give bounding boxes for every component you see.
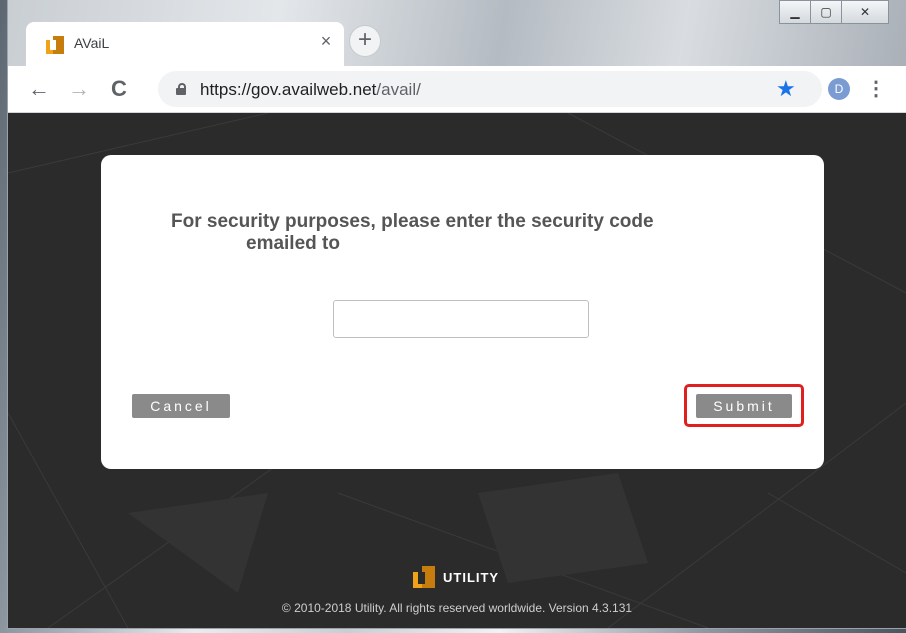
url-host: https://gov.availweb.net — [200, 80, 377, 99]
prompt-line-1: For security purposes, please enter the … — [171, 211, 654, 232]
window-controls: ▁ ▢ ✕ — [779, 0, 889, 24]
forward-arrow-icon[interactable]: → — [66, 76, 92, 102]
lock-icon[interactable] — [176, 83, 186, 95]
tab-title: AVaiL — [74, 35, 110, 51]
utility-logo-icon — [413, 566, 435, 588]
browser-window: AVaiL × + ▁ ▢ ✕ ← → C https://gov.availw… — [8, 0, 906, 628]
close-window-button[interactable]: ✕ — [841, 0, 889, 24]
url-text[interactable]: https://gov.availweb.net/avail/ — [200, 80, 421, 100]
brand-name: UTILITY — [443, 569, 500, 585]
page-content: For security purposes, please enter the … — [8, 113, 906, 628]
address-bar[interactable]: https://gov.availweb.net/avail/ — [158, 71, 822, 107]
prompt-line-2: emailed to — [246, 233, 340, 254]
url-path: /avail/ — [376, 80, 421, 99]
browser-tab[interactable]: AVaiL × — [26, 22, 344, 66]
cancel-button[interactable]: Cancel — [132, 394, 230, 418]
security-code-dialog: For security purposes, please enter the … — [101, 155, 824, 469]
new-tab-button[interactable]: + — [350, 26, 380, 56]
reload-icon[interactable]: C — [106, 76, 132, 102]
minimize-button[interactable]: ▁ — [779, 0, 811, 24]
tab-close-icon[interactable]: × — [316, 31, 336, 51]
security-prompt: For security purposes, please enter the … — [171, 211, 731, 255]
security-code-input[interactable] — [333, 300, 589, 338]
maximize-button[interactable]: ▢ — [810, 0, 842, 24]
title-bar: AVaiL × + ▁ ▢ ✕ — [8, 0, 906, 66]
browser-toolbar: ← → C https://gov.availweb.net/avail/ ★ … — [8, 66, 906, 113]
submit-button[interactable]: Submit — [696, 394, 792, 418]
profile-avatar[interactable]: D — [828, 78, 850, 100]
footer-logo: UTILITY — [413, 565, 499, 589]
browser-menu-icon[interactable]: ⋮ — [866, 76, 886, 102]
copyright-text: © 2010-2018 Utility. All rights reserved… — [281, 601, 633, 615]
avail-logo-icon — [46, 36, 64, 54]
bookmark-star-icon[interactable]: ★ — [776, 76, 796, 102]
back-arrow-icon[interactable]: ← — [26, 76, 52, 102]
